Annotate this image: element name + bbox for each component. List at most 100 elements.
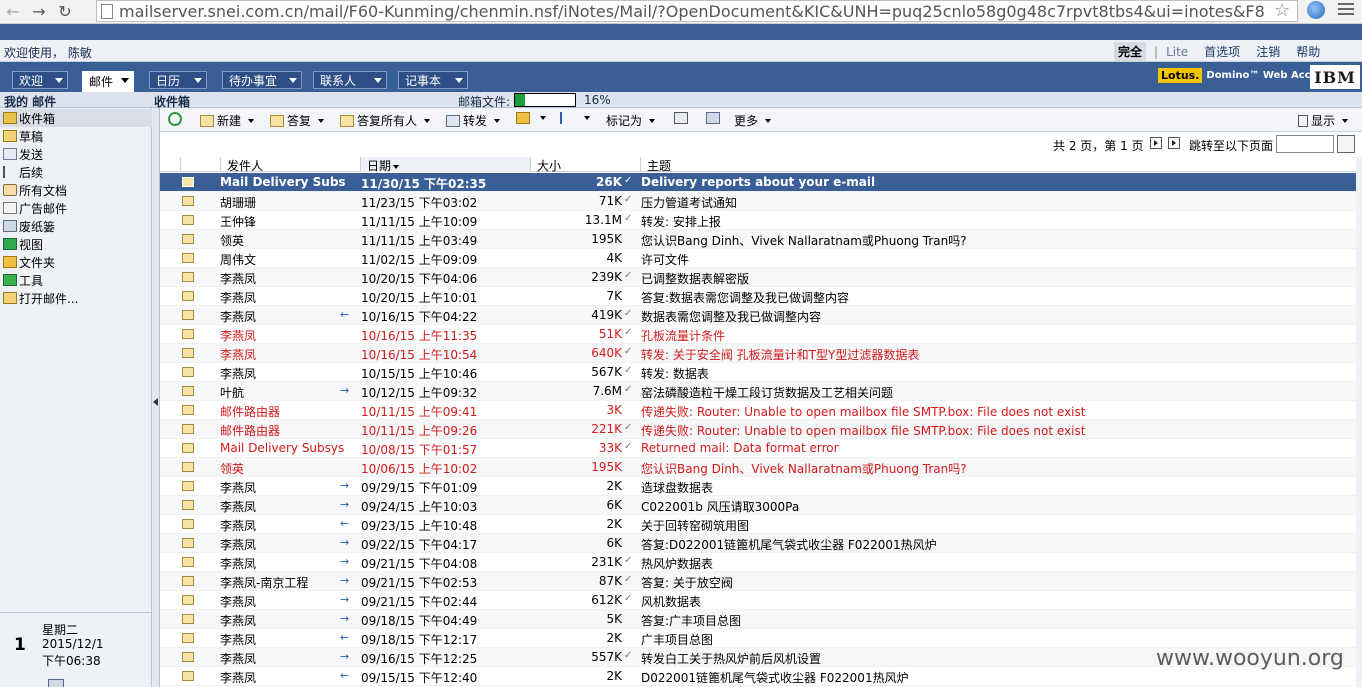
trash-icon[interactable]: [48, 679, 64, 687]
tab-welcome[interactable]: 欢迎: [12, 71, 68, 89]
message-row[interactable]: 李燕凤 → 09/21/15 下午04:08 231K ✓ 热风炉数据表: [160, 553, 1356, 572]
reply-forward-arrow-icon: →: [340, 650, 350, 663]
mail-toolbar: 新建 答复 答复所有人 转发 标记为 更多 显示: [160, 108, 1362, 132]
logout-link[interactable]: 注销: [1256, 43, 1280, 60]
message-row[interactable]: 王仲锋 11/11/15 上午10:09 13.1M ✓ 转发: 安排上报: [160, 211, 1356, 230]
address-bar[interactable]: mailserver.snei.com.cn/mail/F60-Kunming/…: [96, 0, 1298, 22]
envelope-icon: [182, 614, 194, 624]
mark-as-button[interactable]: 标记为: [606, 112, 656, 129]
preferences-link[interactable]: 首选项: [1204, 43, 1240, 60]
jump-to-page-input[interactable]: [1276, 135, 1334, 153]
follow-up-icon: [3, 166, 17, 178]
message-row[interactable]: 李燕凤 → 09/18/15 下午04:49 5K 答复:广丰项目总图: [160, 610, 1356, 629]
message-size: 6K: [606, 498, 622, 512]
sidebar-item-tools[interactable]: 工具: [0, 271, 152, 289]
message-row[interactable]: 周伟文 11/02/15 上午09:09 4K 许可文件: [160, 249, 1356, 268]
message-row[interactable]: 邮件路由器 10/11/15 上午09:41 3K 传递失败: Router: Una…: [160, 401, 1356, 420]
chevron-down-icon: [584, 116, 590, 120]
column-header-icon[interactable]: [180, 157, 220, 172]
message-date: 10/08/15 下午01:57: [361, 443, 478, 457]
sidebar-item-folders[interactable]: 文件夹: [0, 253, 152, 271]
delete-button[interactable]: [706, 112, 723, 124]
scrollbar[interactable]: [1356, 156, 1362, 687]
reload-icon[interactable]: ↻: [52, 1, 78, 23]
message-row[interactable]: 李燕凤 → 09/21/15 下午02:44 612K ✓ 风机数据表: [160, 591, 1356, 610]
collapse-arrow-icon[interactable]: [153, 398, 158, 406]
sidebar-item-inbox[interactable]: 收件箱: [0, 109, 152, 127]
go-button[interactable]: [1337, 135, 1355, 153]
message-row[interactable]: 邮件路由器 10/11/15 上午09:26 221K ✓ 传递失败: Router: …: [160, 420, 1356, 439]
message-row[interactable]: 领英 10/06/15 上午10:02 195K 您认识Bang Dinh、Vivek…: [160, 458, 1356, 477]
attachment-icon: ✓: [624, 384, 633, 395]
sidebar-item-junk[interactable]: 广告邮件: [0, 199, 152, 217]
date-panel: 1 星期二 2015/12/1 下午06:38: [0, 612, 151, 687]
sidebar-item-views[interactable]: 视图: [0, 235, 152, 253]
full-mode-link[interactable]: 完全: [1114, 42, 1147, 61]
message-size: 2K: [606, 479, 622, 493]
sidebar-item-follow-up[interactable]: 后续: [0, 163, 152, 181]
tab-mail[interactable]: 邮件: [82, 71, 134, 92]
reply-button[interactable]: 答复: [270, 112, 325, 129]
sidebar-item-open-mail[interactable]: 打开邮件...: [0, 289, 152, 307]
back-icon[interactable]: ←: [0, 1, 26, 23]
lite-mode-link[interactable]: Lite: [1166, 45, 1188, 59]
print-button[interactable]: [674, 112, 691, 124]
message-row[interactable]: 叶航 → 10/12/15 上午09:32 7.6M ✓ 窑法磷酸造粒干燥工段订货数据及工…: [160, 382, 1356, 401]
tab-calendar[interactable]: 日历: [149, 71, 207, 89]
sidebar-item-sent[interactable]: 发送: [0, 145, 152, 163]
move-to-folder-button[interactable]: [516, 112, 546, 124]
column-header-from[interactable]: 发件人: [220, 157, 360, 173]
new-button[interactable]: 新建: [200, 112, 255, 129]
help-link[interactable]: 帮助: [1296, 43, 1320, 60]
message-subject: 您认识Bang Dinh、Vivek Nallaratnam或Phuong Tr…: [641, 234, 967, 248]
bookmark-star-icon[interactable]: ☆: [1274, 0, 1290, 21]
sidebar-item-drafts[interactable]: 草稿: [0, 127, 152, 145]
tab-contacts[interactable]: 联系人: [313, 71, 387, 89]
message-row[interactable]: 李燕凤 10/20/15 下午04:06 239K ✓ 已调整数据表解密版: [160, 268, 1356, 287]
forward-icon[interactable]: →: [26, 1, 52, 23]
pane-splitter[interactable]: [152, 108, 160, 687]
reply-all-icon: [340, 114, 354, 127]
message-row[interactable]: 李燕凤 → 09/22/15 下午04:17 6K 答复:D022001链篦机尾气袋式收…: [160, 534, 1356, 553]
follow-up-flag-button[interactable]: [560, 112, 590, 124]
message-row[interactable]: 李燕凤 → 09/24/15 上午10:03 6K C022001b 风压请取3000…: [160, 496, 1356, 515]
message-subject: 您认识Bang Dinh、Vivek Nallaratnam或Phuong Tr…: [641, 462, 967, 476]
sidebar-item-all-documents[interactable]: 所有文档: [0, 181, 152, 199]
message-row[interactable]: 李燕凤-南京工程 → 09/21/15 下午02:53 87K ✓ 答复: 关于放空阀: [160, 572, 1356, 591]
sidebar-item-label: 视图: [19, 237, 44, 252]
column-header-subject[interactable]: 主题: [640, 157, 1356, 173]
tab-todo[interactable]: 待办事宜: [222, 71, 302, 89]
lotus-domino-brand: Lotus. Domino™ Web Access: [1158, 68, 1329, 83]
attachment-icon: ✓: [624, 574, 633, 585]
refresh-button[interactable]: [168, 112, 182, 126]
message-row[interactable]: 李燕凤 10/20/15 上午10:01 7K 答复:数据表需您调整及我已做调整内容: [160, 287, 1356, 306]
browser-menu-icon[interactable]: [1338, 3, 1354, 17]
message-row[interactable]: 李燕凤 ← 10/16/15 下午04:22 419K ✓ 数据表需您调整及我已做调整内容: [160, 306, 1356, 325]
message-date: 09/18/15 下午12:17: [361, 633, 478, 647]
message-row[interactable]: 领英 11/11/15 上午03:49 195K 您认识Bang Dinh、Vivek…: [160, 230, 1356, 249]
tab-notebook[interactable]: 记事本: [398, 71, 468, 89]
message-row[interactable]: 李燕凤 → 09/29/15 下午01:09 2K 造球盘数据表: [160, 477, 1356, 496]
reply-all-button[interactable]: 答复所有人: [340, 112, 431, 129]
message-row[interactable]: 李燕凤 10/16/15 上午10:54 640K ✓ 转发: 关于安全阀 孔板流量计和…: [160, 344, 1356, 363]
message-from: 李燕凤: [220, 348, 257, 362]
column-header-size[interactable]: 大小: [530, 157, 620, 173]
next-page-button[interactable]: [1150, 137, 1162, 149]
last-page-button[interactable]: [1168, 137, 1180, 149]
message-row[interactable]: 胡珊珊 11/23/15 下午03:02 71K ✓ 压力管道考试通知: [160, 192, 1356, 211]
message-row[interactable]: Mail Delivery Subsys 11/30/15 下午02:35 26K✓…: [160, 173, 1356, 192]
sidebar-item-trash[interactable]: 废纸篓: [0, 217, 152, 235]
more-button[interactable]: 更多: [734, 112, 772, 129]
message-subject: 答复:D022001链篦机尾气袋式收尘器 F022001热风炉: [641, 538, 937, 552]
quota-fill: [515, 94, 525, 106]
message-row[interactable]: 李燕凤 ← 09/23/15 上午10:48 2K 关于回转窑砌筑用图: [160, 515, 1356, 534]
display-button[interactable]: 显示: [1298, 112, 1349, 129]
forward-button[interactable]: 转发: [446, 112, 501, 129]
message-row[interactable]: Mail Delivery Subsys 10/08/15 下午01:57 33K ✓…: [160, 439, 1356, 458]
message-date: 10/20/15 上午10:01: [361, 291, 478, 305]
message-row[interactable]: 李燕凤 10/16/15 上午11:35 51K ✓ 孔板流量计条件: [160, 325, 1356, 344]
message-row[interactable]: 李燕凤 10/15/15 上午10:46 567K ✓ 转发: 数据表: [160, 363, 1356, 382]
message-list: 发件人 日期 大小 主题 Mail Delivery Subsys 11/30/1…: [160, 156, 1356, 687]
column-header-date[interactable]: 日期: [360, 157, 530, 173]
extension-globe-icon[interactable]: [1307, 1, 1325, 19]
